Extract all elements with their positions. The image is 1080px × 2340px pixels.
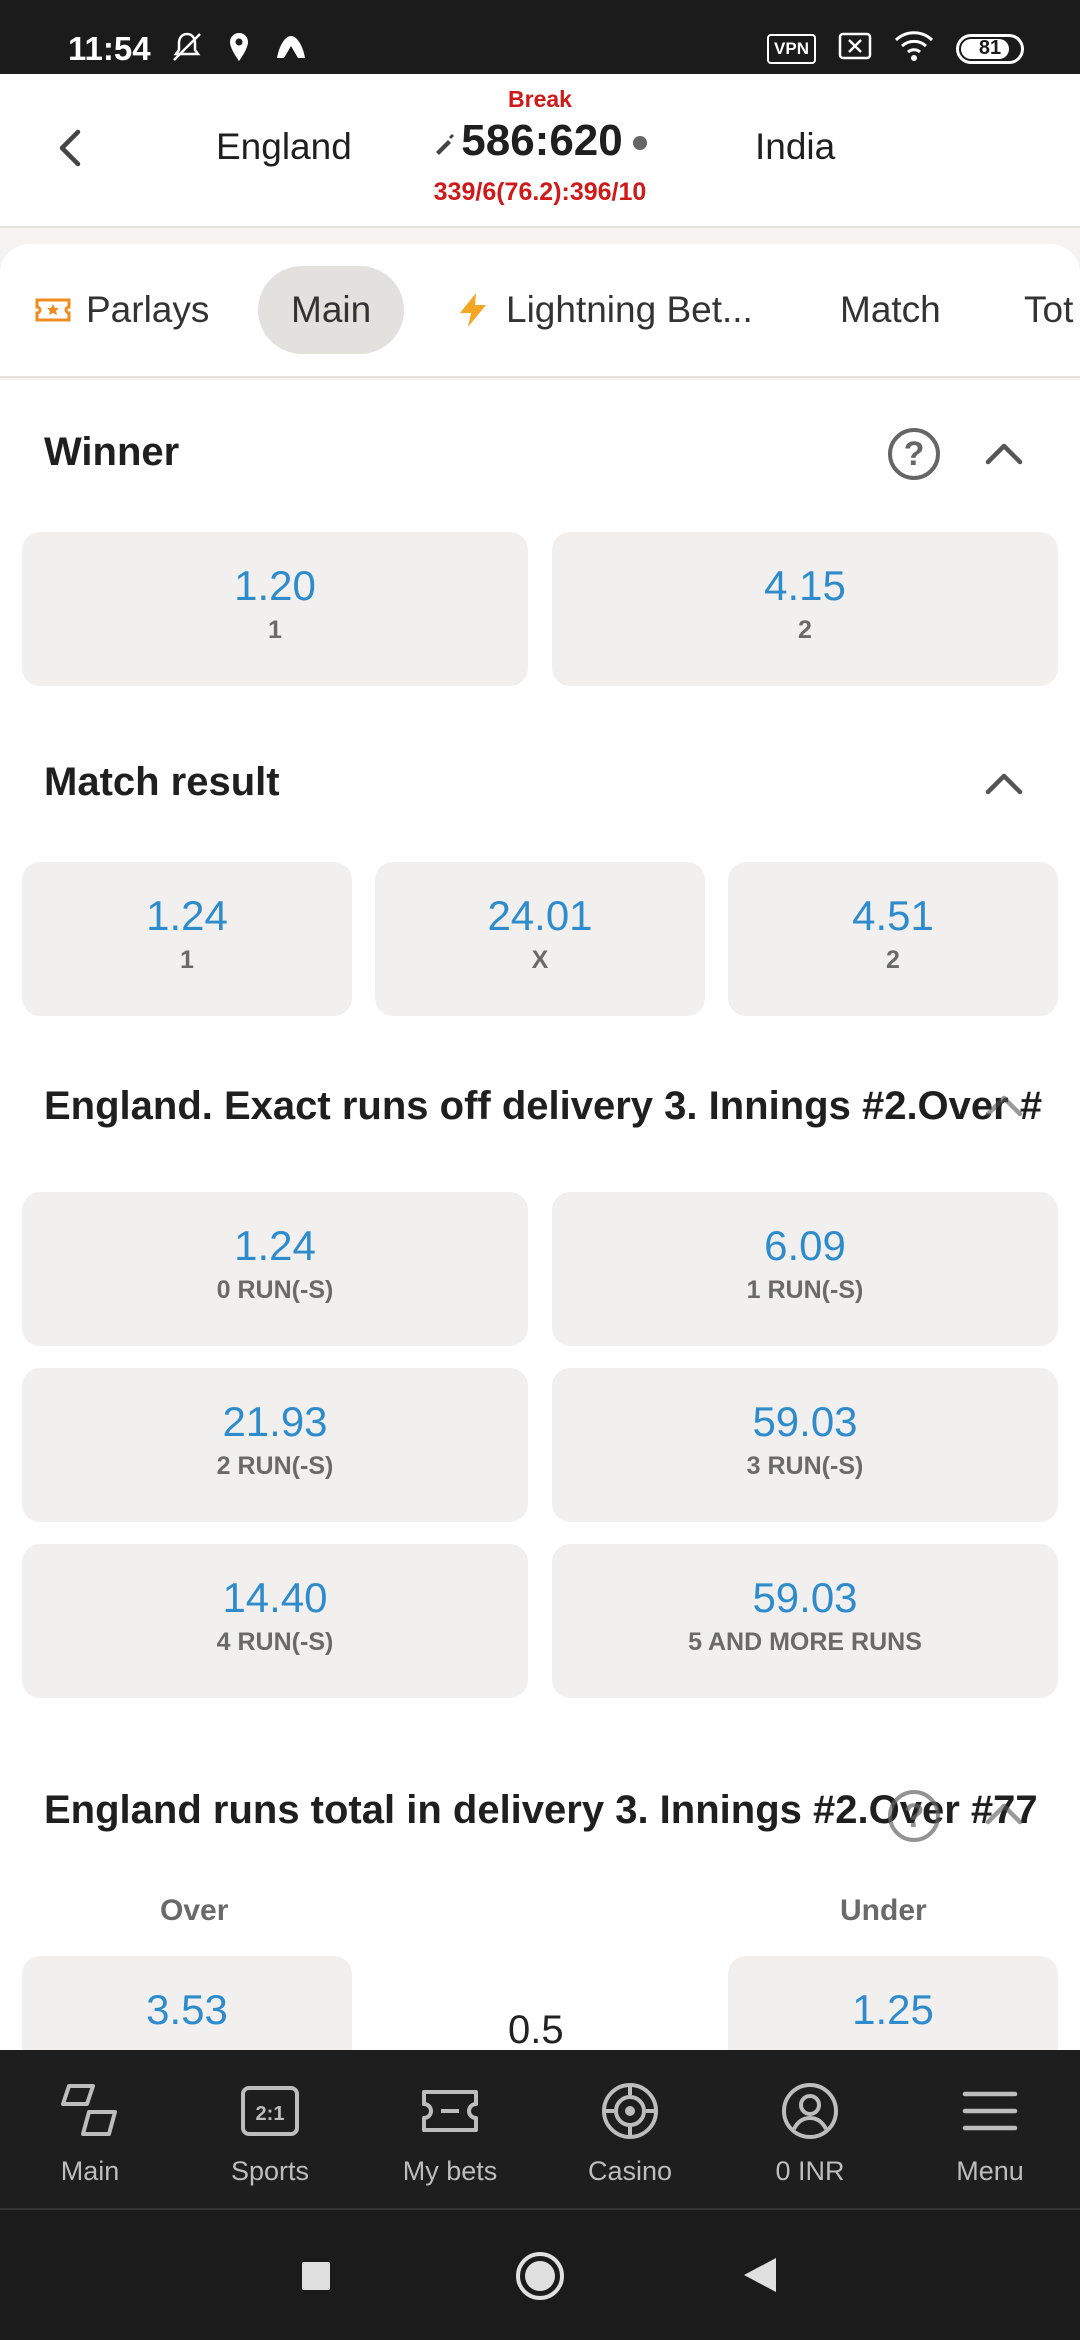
market-tabs: Parlays Main Lightning Bet... Match Tot <box>0 244 1080 378</box>
nav-sports[interactable]: 2:1 Sports <box>180 2050 360 2210</box>
bat-icon <box>433 116 455 155</box>
tab-label: Parlays <box>86 289 210 330</box>
odd-button[interactable]: 59.03 5 AND MORE RUNS <box>552 1544 1058 1698</box>
innings-score: 339/6(76.2):396/10 <box>433 178 647 206</box>
tab-parlays[interactable]: Parlays <box>34 266 209 354</box>
match-status-label: Break <box>508 86 572 112</box>
tab-label: Match <box>840 289 941 330</box>
tab-match[interactable]: Match <box>840 266 941 354</box>
ticket-icon <box>34 291 72 329</box>
sports-icon: 2:1 <box>239 2080 301 2142</box>
match-score: 586:620 <box>0 116 1080 166</box>
casino-chip-icon <box>599 2080 661 2142</box>
chevron-up-icon[interactable] <box>984 1086 1024 1126</box>
recents-icon[interactable] <box>300 2260 332 2297</box>
nav-main[interactable]: Main <box>0 2050 180 2210</box>
back-triangle-icon[interactable] <box>742 2256 778 2299</box>
market-title-match-result: Match result <box>44 760 280 804</box>
vpn-app-icon <box>274 30 308 64</box>
chevron-up-icon[interactable] <box>984 434 1024 474</box>
markets-list: Winner ? 1.20 1 4.15 2 Match result 1.24 1 … <box>0 380 1080 2050</box>
sim-off-icon <box>838 31 872 66</box>
status-bar: 11:54 VPN 81 <box>0 0 1080 74</box>
total-line-value: 0.5 <box>508 2008 564 2050</box>
svg-text:2:1: 2:1 <box>256 2103 285 2125</box>
odd-button[interactable]: 3.53 <box>22 1956 352 2050</box>
market-title-exact-runs: England. Exact runs off delivery 3. Inni… <box>44 1084 1043 1128</box>
chevron-up-icon[interactable] <box>984 1794 1024 1834</box>
match-header: Break England 586:620 India 339/6(76.2):… <box>0 74 1080 228</box>
odd-button[interactable]: 59.03 3 RUN(-S) <box>552 1368 1058 1522</box>
status-time: 11:54 <box>68 30 151 67</box>
column-header-under: Under <box>840 1894 927 1927</box>
nav-menu[interactable]: Menu <box>900 2050 1080 2210</box>
odd-button[interactable]: 1.24 0 RUN(-S) <box>22 1192 528 1346</box>
silent-icon <box>170 30 204 64</box>
vpn-badge: VPN <box>767 33 816 64</box>
help-icon[interactable]: ? <box>888 428 940 480</box>
nav-casino[interactable]: Casino <box>540 2050 720 2210</box>
odd-button[interactable]: 4.15 2 <box>552 532 1058 686</box>
odd-button[interactable]: 21.93 2 RUN(-S) <box>22 1368 528 1522</box>
tab-label: Tot <box>1024 289 1074 330</box>
tab-lightning-bets[interactable]: Lightning Bet... <box>454 266 753 354</box>
odd-button[interactable]: 1.20 1 <box>22 532 528 686</box>
tab-totals[interactable]: Tot <box>1024 266 1073 354</box>
odd-button[interactable]: 14.40 4 RUN(-S) <box>22 1544 528 1698</box>
odd-button[interactable]: 24.01 X <box>375 862 705 1016</box>
bottom-navigation: Main 2:1 Sports My bets Casino 0 INR Men… <box>0 2050 1080 2210</box>
home-icon[interactable] <box>514 2250 566 2307</box>
main-icon <box>59 2080 121 2142</box>
odd-button[interactable]: 4.51 2 <box>728 862 1058 1016</box>
battery-icon: 81 <box>956 33 1024 64</box>
live-dot-icon <box>632 136 647 151</box>
nav-my-bets[interactable]: My bets <box>360 2050 540 2210</box>
nav-account[interactable]: 0 INR <box>720 2050 900 2210</box>
menu-icon <box>959 2080 1021 2142</box>
odd-button[interactable]: 1.24 1 <box>22 862 352 1016</box>
wifi-icon <box>894 30 934 67</box>
lightning-icon <box>454 291 492 329</box>
team-away: India <box>755 126 836 167</box>
odd-button[interactable]: 6.09 1 RUN(-S) <box>552 1192 1058 1346</box>
system-navigation-bar <box>0 2210 1080 2340</box>
help-icon[interactable]: ? <box>888 1790 940 1842</box>
column-header-over: Over <box>160 1894 229 1927</box>
chevron-up-icon[interactable] <box>984 764 1024 804</box>
ticket-icon <box>419 2080 481 2142</box>
tab-main[interactable]: Main <box>258 266 405 354</box>
tab-label: Main <box>291 289 372 330</box>
location-icon <box>222 30 256 64</box>
odd-button[interactable]: 1.25 <box>728 1956 1058 2050</box>
account-icon <box>779 2080 841 2142</box>
tab-label: Lightning Bet... <box>506 289 753 330</box>
score-value: 586:620 <box>461 116 623 165</box>
market-title-winner: Winner <box>44 430 180 474</box>
